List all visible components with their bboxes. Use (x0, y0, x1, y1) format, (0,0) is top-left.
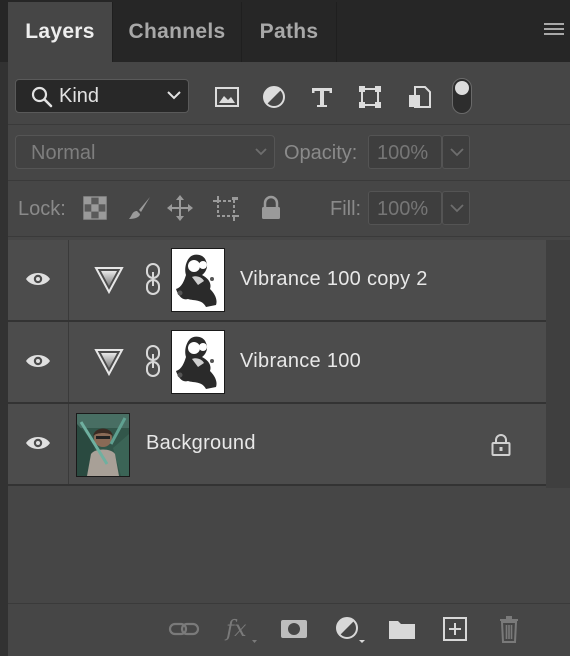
divider (8, 603, 570, 604)
toggle-knob (455, 81, 469, 95)
panel-tab-bar: Layers Channels Paths (0, 0, 570, 62)
blend-mode-value: Normal (31, 142, 96, 164)
divider (8, 124, 570, 125)
fill-label: Fill: (330, 198, 362, 220)
lock-transparent-pixels-icon[interactable] (81, 194, 109, 222)
tab-layers[interactable]: Layers (8, 2, 112, 62)
layer-image-thumbnail[interactable] (76, 413, 130, 477)
adjustment-layer-filter-icon[interactable] (260, 83, 288, 111)
lock-image-pixels-icon[interactable] (126, 194, 154, 222)
fx-icon[interactable]: fx (224, 614, 257, 644)
trash-icon[interactable] (494, 614, 526, 644)
column-divider (68, 240, 69, 320)
lock-label: Lock: (18, 198, 66, 220)
lock-artboard-icon[interactable] (212, 194, 240, 222)
fill-input[interactable]: 100% (368, 191, 442, 225)
fill-value: 100% (377, 198, 429, 220)
link-layers-icon[interactable] (168, 614, 200, 644)
type-layer-filter-icon[interactable] (308, 83, 336, 111)
adjustment-layer-icon[interactable] (332, 614, 365, 644)
tab-channels[interactable]: Channels (113, 2, 241, 62)
opacity-label: Opacity: (284, 142, 358, 164)
layer-mask-thumbnail[interactable] (171, 330, 225, 394)
new-layer-icon[interactable] (440, 614, 472, 644)
layer-name[interactable]: Vibrance 100 copy 2 (240, 268, 428, 291)
layer-name[interactable]: Vibrance 100 (240, 350, 361, 373)
svg-text:fx: fx (224, 617, 247, 642)
tab-paths-label: Paths (259, 20, 319, 43)
divider (8, 180, 570, 181)
layers-list: Vibrance 100 copy 2 Vibrance 100 Backgro… (8, 240, 546, 488)
tab-paths[interactable]: Paths (242, 2, 336, 62)
column-divider (68, 404, 69, 484)
mask-link-icon[interactable] (144, 262, 162, 296)
opacity-input[interactable]: 100% (368, 135, 442, 169)
eye-visibility-icon[interactable] (25, 270, 51, 288)
divider (8, 236, 570, 237)
opacity-dropdown-button[interactable] (442, 135, 470, 169)
add-mask-icon[interactable] (278, 614, 310, 644)
hamburger-menu-icon[interactable] (544, 22, 564, 38)
tab-layers-label: Layers (25, 20, 95, 43)
fill-dropdown-button[interactable] (442, 191, 470, 225)
blend-mode-select[interactable]: Normal (15, 135, 275, 169)
chevron-down-icon (255, 148, 267, 156)
filter-kind-label: Kind (59, 85, 100, 107)
filter-toggle-switch[interactable] (452, 78, 472, 114)
mask-link-icon[interactable] (144, 344, 162, 378)
scrollbar-track[interactable] (546, 240, 570, 488)
layers-panel: Layers Channels Paths Kind Normal Opacit… (0, 0, 570, 656)
opacity-value: 100% (377, 142, 429, 164)
lock-all-icon[interactable] (257, 194, 285, 222)
smart-object-filter-icon[interactable] (405, 83, 433, 111)
search-icon (31, 86, 53, 108)
vibrance-adjustment-icon[interactable] (93, 264, 125, 296)
filter-kind-select[interactable]: Kind (15, 79, 189, 113)
layer-mask-thumbnail[interactable] (171, 248, 225, 312)
shape-layer-filter-icon[interactable] (356, 83, 384, 111)
layer-row[interactable]: Vibrance 100 copy 2 (8, 240, 546, 322)
column-divider (68, 322, 69, 402)
tab-channels-label: Channels (128, 20, 226, 43)
new-group-folder-icon[interactable] (386, 614, 418, 644)
tab-divider (336, 2, 337, 62)
chevron-down-icon (450, 148, 464, 157)
eye-visibility-icon[interactable] (25, 434, 51, 452)
eye-visibility-icon[interactable] (25, 352, 51, 370)
vibrance-adjustment-icon[interactable] (93, 346, 125, 378)
layer-row[interactable]: Vibrance 100 (8, 322, 546, 404)
layer-row[interactable]: Background (8, 404, 546, 486)
layer-name[interactable]: Background (146, 432, 256, 455)
pixel-layer-filter-icon[interactable] (213, 83, 241, 111)
chevron-down-icon (167, 91, 181, 100)
chevron-down-icon (450, 204, 464, 213)
lock-position-icon[interactable] (166, 194, 194, 222)
layer-locked-icon[interactable] (490, 433, 512, 457)
